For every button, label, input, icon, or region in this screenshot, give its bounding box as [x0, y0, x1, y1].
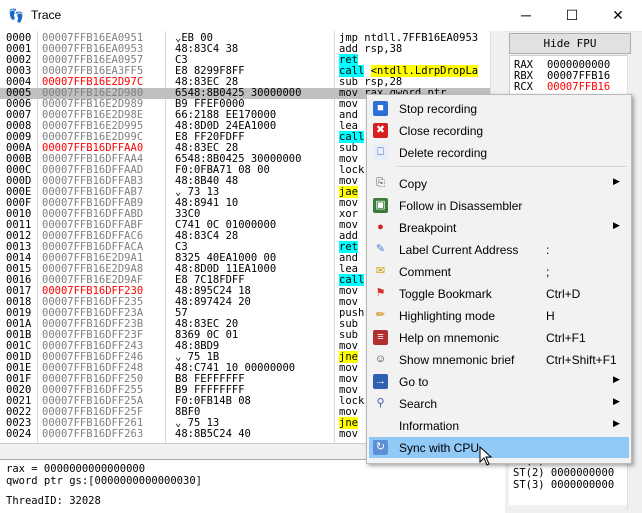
- menu-item-shortcut: :: [546, 243, 550, 257]
- label-icon: ✎: [373, 242, 388, 257]
- breakpoint-icon: ●: [373, 220, 388, 235]
- menu-item-shortcut: Ctrl+F1: [546, 331, 586, 345]
- menu-item-label: Highlighting mode: [399, 309, 496, 323]
- menu-item-label: Follow in Disassembler: [399, 199, 523, 213]
- disassembler-icon: ▣: [373, 198, 388, 213]
- menu-item-search[interactable]: ⚲ Search ▶: [369, 393, 629, 414]
- menu-item-shortcut: Ctrl+Shift+F1: [546, 353, 617, 367]
- register-row[interactable]: RCX 00007FFB16: [514, 81, 610, 93]
- search-icon: ⚲: [373, 396, 388, 411]
- delete-recording-icon: ⎕: [373, 145, 388, 160]
- menu-item-label: Search: [399, 397, 438, 411]
- register-value: 00007FFB16: [546, 81, 611, 93]
- submenu-arrow-icon: ▶: [613, 396, 620, 406]
- thread-id: ThreadID: 32028: [6, 495, 101, 507]
- bookmark-icon: ⚑: [373, 286, 388, 301]
- submenu-arrow-icon: ▶: [613, 418, 620, 428]
- highlighting-icon: ✏: [373, 308, 388, 323]
- menu-item-label: Delete recording: [399, 146, 488, 160]
- menu-item-comment[interactable]: ✉ Comment;: [369, 261, 629, 282]
- submenu-arrow-icon: ▶: [613, 176, 620, 186]
- menu-item-label: Sync with CPU: [399, 441, 480, 455]
- fpu-st-row: ST(2) 0000000000: [513, 467, 615, 479]
- info-panel: rax = 0000000000000000 qword ptr gs:[000…: [0, 459, 505, 513]
- info-line: qword ptr gs:[0000000000000030]: [6, 475, 202, 487]
- menu-item-label: Go to: [399, 375, 429, 389]
- close-recording-icon: ✖: [373, 123, 388, 138]
- menu-item-copy[interactable]: ⎘ Copy ▶: [369, 173, 629, 194]
- goto-icon: →: [373, 374, 388, 389]
- trace-index: 0024: [6, 428, 32, 440]
- menu-item-show-mnemonic-brief[interactable]: ☺ Show mnemonic brief Ctrl+Shift+F1: [369, 349, 629, 370]
- submenu-arrow-icon: ▶: [613, 374, 620, 384]
- title-bar: 👣 Trace ─ ☐ ✕: [0, 0, 642, 32]
- mnemonic-brief-icon: ☺: [373, 352, 388, 367]
- fpu-st-row: ST(3) 0000000000: [513, 479, 615, 491]
- minimize-icon: ─: [521, 7, 531, 23]
- menu-item-close-recording[interactable]: ✖ Close recording: [369, 120, 629, 141]
- menu-item-go-to[interactable]: → Go to ▶: [369, 371, 629, 392]
- trace-address: 00007FFB16DFF263: [42, 428, 144, 440]
- register-name: RCX: [514, 81, 533, 93]
- menu-item-shortcut: H: [546, 309, 555, 323]
- menu-item-delete-recording[interactable]: ⎕ Delete recording: [369, 142, 629, 163]
- menu-item-label: Show mnemonic brief: [399, 353, 515, 367]
- sync-icon: ↻: [373, 440, 388, 455]
- information-icon: [373, 418, 388, 433]
- menu-separator: [397, 166, 627, 167]
- menu-item-label: Label Current Address: [399, 243, 519, 257]
- context-menu: ■ Stop recording ✖ Close recording ⎕ Delete r…: [366, 94, 632, 464]
- menu-item-shortcut: ;: [546, 265, 550, 279]
- stop-recording-icon: ■: [373, 101, 388, 116]
- footprints-icon: 👣: [8, 8, 25, 23]
- menu-item-toggle-bookmark[interactable]: ⚑ Toggle Bookmark Ctrl+D: [369, 283, 629, 304]
- menu-item-shortcut: Ctrl+D: [546, 287, 581, 301]
- maximize-icon: ☐: [565, 7, 579, 23]
- menu-item-label: Help on mnemonic: [399, 331, 500, 345]
- menu-item-label: Stop recording: [399, 102, 478, 116]
- menu-item-label-current-address[interactable]: ✎ Label Current Address:: [369, 239, 629, 260]
- menu-item-label: Information: [399, 419, 460, 433]
- menu-item-information[interactable]: Information ▶: [369, 415, 629, 436]
- comment-icon: ✉: [373, 264, 388, 279]
- menu-item-label: Copy: [399, 177, 428, 191]
- help-book-icon: ≡: [373, 330, 388, 345]
- menu-item-stop-recording[interactable]: ■ Stop recording: [369, 98, 629, 119]
- instruction-mnemonic: mov: [339, 428, 358, 440]
- menu-item-label: Comment: [399, 265, 452, 279]
- mouse-cursor-icon: [479, 446, 493, 466]
- close-button[interactable]: ✕: [595, 0, 641, 31]
- menu-item-sync-with-cpu[interactable]: ↻ Sync with CPU: [369, 437, 629, 458]
- submenu-arrow-icon: ▶: [613, 220, 620, 230]
- window-title: Trace: [31, 8, 62, 22]
- copy-icon: ⎘: [373, 176, 388, 191]
- maximize-button[interactable]: ☐: [549, 0, 595, 31]
- menu-item-highlighting-mode[interactable]: ✏ Highlighting mode H: [369, 305, 629, 326]
- menu-item-label: Toggle Bookmark: [399, 287, 492, 301]
- trace-bytes: 48:8B5C24 40: [175, 428, 251, 440]
- menu-item-help-on-mnemonic[interactable]: ≡ Help on mnemonic Ctrl+F1: [369, 327, 629, 348]
- info-line: rax = 0000000000000000: [6, 463, 146, 475]
- trace-instruction: mov: [339, 429, 358, 440]
- menu-item-breakpoint[interactable]: ● Breakpoint ▶: [369, 217, 629, 238]
- menu-item-label: Breakpoint: [399, 221, 457, 235]
- close-icon: ✕: [612, 7, 624, 23]
- menu-item-follow-in-disassembler[interactable]: ▣ Follow in Disassembler: [369, 195, 629, 216]
- instruction-operand: rsp,38: [364, 43, 403, 55]
- minimize-button[interactable]: ─: [503, 0, 549, 31]
- menu-item-label: Close recording: [399, 124, 484, 138]
- hide-fpu-button[interactable]: Hide FPU: [509, 33, 631, 54]
